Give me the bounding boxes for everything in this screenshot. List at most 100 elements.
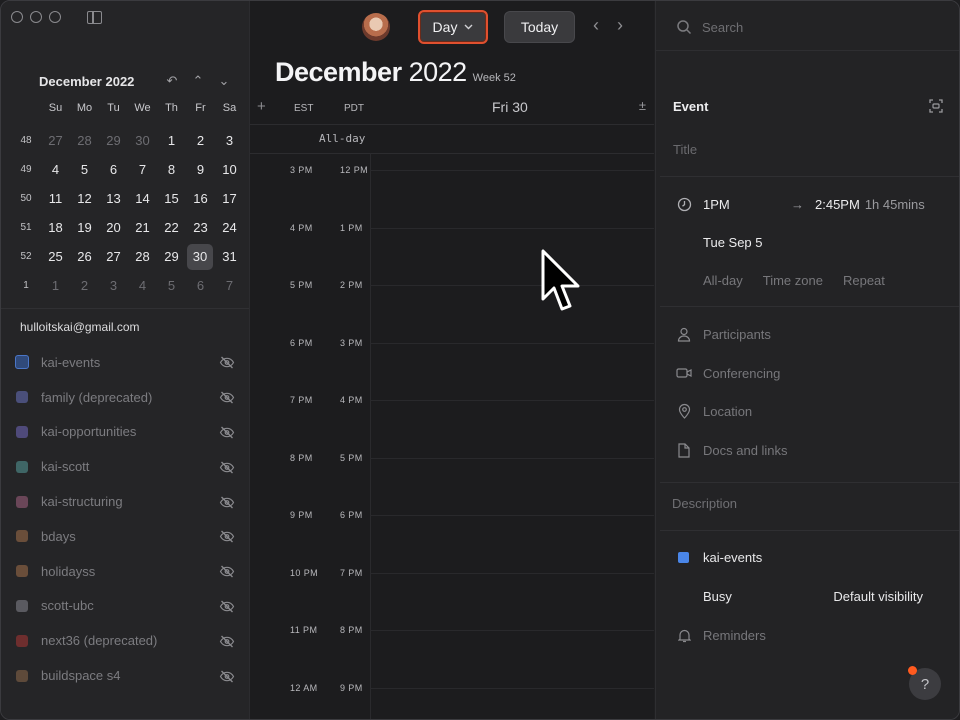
calendar-item[interactable]: kai-opportunities <box>16 415 241 450</box>
selected-day[interactable]: 30 <box>187 243 213 270</box>
time-grid[interactable]: 3 PM 12 PM 4 PM 1 PM 5 PM 2 PM 6 PM 3 PM 7 PM 4 P… <box>250 153 654 719</box>
calendar-item[interactable]: scott-ubc <box>16 589 241 624</box>
calendar-item[interactable]: kai-events <box>15 345 241 380</box>
calendar-color-swatch[interactable] <box>16 425 28 438</box>
mini-calendar-day[interactable]: 3 <box>215 128 244 154</box>
calendar-item[interactable]: family (deprecated) <box>16 380 241 415</box>
mini-calendar-day[interactable]: 18 <box>41 215 70 241</box>
conferencing-field[interactable]: Conferencing <box>676 365 780 381</box>
avatar[interactable] <box>362 13 390 41</box>
add-timezone-icon[interactable]: + <box>257 98 266 115</box>
mini-calendar-day[interactable]: 17 <box>215 186 244 212</box>
timezone-option[interactable]: Time zone <box>763 273 823 288</box>
end-time[interactable]: 2:45PM <box>815 197 860 212</box>
mini-calendar-day[interactable]: 1 <box>157 128 186 154</box>
allday-row[interactable]: All-day <box>250 124 654 154</box>
mini-calendar-day[interactable]: 5 <box>70 157 99 183</box>
hour-row[interactable]: 8 PM 5 PM <box>250 441 654 499</box>
eye-off-icon[interactable] <box>219 461 235 474</box>
mini-calendar-day[interactable]: 19 <box>70 215 99 241</box>
previous-arrow-icon[interactable]: ‹ <box>593 15 599 36</box>
mini-calendar-day[interactable]: 9 <box>186 157 215 183</box>
hour-row[interactable]: 9 PM 6 PM <box>250 498 654 556</box>
repeat-option[interactable]: Repeat <box>843 273 885 288</box>
calendar-color-swatch[interactable] <box>15 355 29 370</box>
mini-calendar-day[interactable]: 6 <box>186 273 215 299</box>
mini-calendar-day[interactable]: 27 <box>41 128 70 154</box>
mini-calendar-day[interactable]: 1 <box>41 273 70 299</box>
reminders-field[interactable]: Reminders <box>676 627 766 643</box>
view-selector-button[interactable]: Day <box>418 10 488 44</box>
eye-off-icon[interactable] <box>219 496 235 509</box>
calendar-selector[interactable]: kai-events <box>678 550 762 565</box>
mini-calendar-day[interactable]: 29 <box>99 128 128 154</box>
mini-calendar-day[interactable]: 21 <box>128 215 157 241</box>
mini-calendar-day[interactable]: 4 <box>128 273 157 299</box>
sidebar-toggle-icon[interactable] <box>87 11 102 24</box>
mini-calendar-day[interactable]: 11 <box>41 186 70 212</box>
docs-links-field[interactable]: Docs and links <box>676 442 788 458</box>
calendar-item[interactable]: buildspace s4 <box>16 658 241 693</box>
mini-calendar-day[interactable]: 31 <box>215 244 244 270</box>
mini-calendar-day[interactable]: 7 <box>128 157 157 183</box>
hour-row[interactable]: 5 PM 2 PM <box>250 268 654 326</box>
hour-row[interactable]: 12 AM 9 PM <box>250 671 654 720</box>
minimize-window-button[interactable] <box>30 11 42 23</box>
calendar-color-swatch[interactable] <box>16 391 28 404</box>
hour-row[interactable]: 10 PM 7 PM <box>250 556 654 614</box>
hour-row[interactable]: 3 PM 12 PM <box>250 153 654 211</box>
mini-calendar-day[interactable]: 28 <box>128 244 157 270</box>
mini-calendar-day[interactable]: 20 <box>99 215 128 241</box>
mini-calendar-day[interactable]: 10 <box>215 157 244 183</box>
mini-calendar-day[interactable]: 26 <box>70 244 99 270</box>
eye-off-icon[interactable] <box>219 356 235 369</box>
hour-row[interactable]: 4 PM 1 PM <box>250 211 654 269</box>
mini-calendar-day[interactable]: 6 <box>99 157 128 183</box>
mini-calendar-day[interactable]: 5 <box>157 273 186 299</box>
mini-calendar-day[interactable]: 13 <box>99 186 128 212</box>
description-input[interactable]: Description <box>672 496 737 511</box>
calendar-color-swatch[interactable] <box>16 530 28 543</box>
calendar-color-swatch[interactable] <box>16 634 28 647</box>
today-button[interactable]: Today <box>504 11 575 43</box>
calendar-item[interactable]: kai-structuring <box>16 484 241 519</box>
eye-off-icon[interactable] <box>219 426 235 439</box>
calendar-item[interactable]: holidayss <box>16 554 241 589</box>
busy-selector[interactable]: Busy <box>703 589 732 604</box>
start-time[interactable]: 1PM <box>703 197 791 212</box>
allday-toggle[interactable]: All-day <box>703 273 743 288</box>
mini-calendar-day[interactable]: 24 <box>215 215 244 241</box>
calendar-color-swatch[interactable] <box>16 460 28 473</box>
location-field[interactable]: Location <box>676 403 752 419</box>
calendar-color-swatch[interactable] <box>16 599 28 612</box>
mini-calendar-day[interactable]: 14 <box>128 186 157 212</box>
mini-calendar-day[interactable]: 23 <box>186 215 215 241</box>
calendar-item[interactable]: next36 (deprecated) <box>16 623 241 658</box>
mini-calendar-day[interactable]: 2 <box>70 273 99 299</box>
calendar-color-swatch[interactable] <box>16 565 28 578</box>
mini-calendar-day[interactable]: 22 <box>157 215 186 241</box>
search-field[interactable]: Search <box>676 19 743 35</box>
hour-row[interactable]: 11 PM 8 PM <box>250 613 654 671</box>
mini-calendar-day[interactable]: 8 <box>157 157 186 183</box>
calendar-color-swatch[interactable] <box>16 495 28 508</box>
mini-calendar-day[interactable]: 12 <box>70 186 99 212</box>
chevron-down-icon[interactable]: ⌄ <box>217 73 231 89</box>
mini-calendar-day[interactable]: 27 <box>99 244 128 270</box>
eye-off-icon[interactable] <box>219 635 235 648</box>
mini-calendar-day[interactable]: 15 <box>157 186 186 212</box>
eye-off-icon[interactable] <box>219 670 235 683</box>
next-arrow-icon[interactable]: › <box>617 15 623 36</box>
eye-off-icon[interactable] <box>219 391 235 404</box>
mini-calendar-day[interactable]: 7 <box>215 273 244 299</box>
zoom-window-button[interactable] <box>49 11 61 23</box>
mini-calendar-day[interactable]: 28 <box>70 128 99 154</box>
mini-calendar-day[interactable]: 25 <box>41 244 70 270</box>
mini-calendar-day[interactable]: 2 <box>186 128 215 154</box>
mini-calendar-day[interactable]: 29 <box>157 244 186 270</box>
hour-row[interactable]: 6 PM 3 PM <box>250 326 654 384</box>
calendar-item[interactable]: bdays <box>16 519 241 554</box>
mini-calendar-day[interactable]: 3 <box>99 273 128 299</box>
eye-off-icon[interactable] <box>219 565 235 578</box>
eye-off-icon[interactable] <box>219 600 235 613</box>
